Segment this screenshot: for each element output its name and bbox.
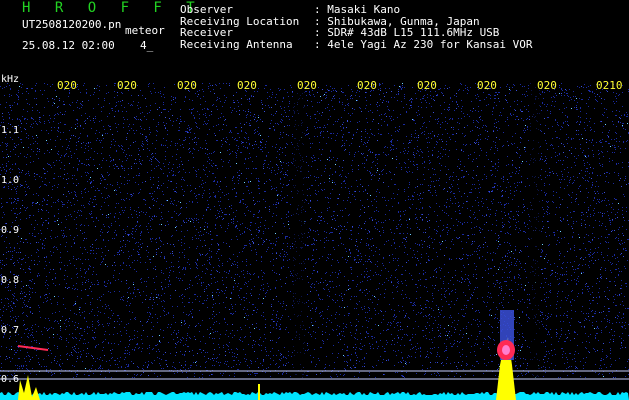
x-tick-label: 0210 [596,79,623,92]
mode-label: meteor [125,24,165,37]
meteor-echo-core [502,345,510,355]
filename-label: UT2508120200.pn [22,18,122,31]
dark-band [293,83,305,378]
spectrogram-plot [0,75,629,400]
y-axis-unit: kHz [1,74,20,85]
x-tick-label: 020 [537,79,557,92]
y-tick-label: 1.0 [1,175,20,186]
y-tick-label: 1.1 [1,125,20,136]
count-label: 4_ [140,39,154,52]
spectrogram-canvas [0,75,629,400]
info-label: Receiving Antenna [180,38,293,52]
y-tick-label: 0.7 [1,325,20,336]
y-tick-label: 0.8 [1,275,20,286]
brand-title: H R O F F T [22,0,203,16]
x-tick-label: 020 [357,79,377,92]
x-tick-label: 020 [477,79,497,92]
station-info: Observer : Masaki Kano Receiving Locatio… [180,4,533,51]
x-tick-label: 020 [57,79,77,92]
info-value: : 4ele Yagi Az 230 for Kansai VOR [314,38,533,52]
x-tick-label: 020 [237,79,257,92]
dark-band [530,83,540,378]
y-tick-label: 0.9 [1,225,20,236]
header-panel: H R O F F T UT2508120200.pn meteor 25.08… [0,0,629,75]
info-row-observer: Observer : Masaki Kano [180,4,533,16]
x-tick-label: 020 [297,79,317,92]
x-tick-label: 020 [417,79,437,92]
x-tick-label: 020 [117,79,137,92]
info-label: Observer [180,3,233,16]
y-tick-label: 0.6 [1,374,20,385]
info-row-antenna: Receiving Antenna : 4ele Yagi Az 230 for… [180,39,533,51]
signal-spike-mid [258,384,260,400]
datetime-label: 25.08.12 02:00 [22,39,115,52]
info-value: : Masaki Kano [314,3,401,16]
x-tick-label: 020 [177,79,197,92]
